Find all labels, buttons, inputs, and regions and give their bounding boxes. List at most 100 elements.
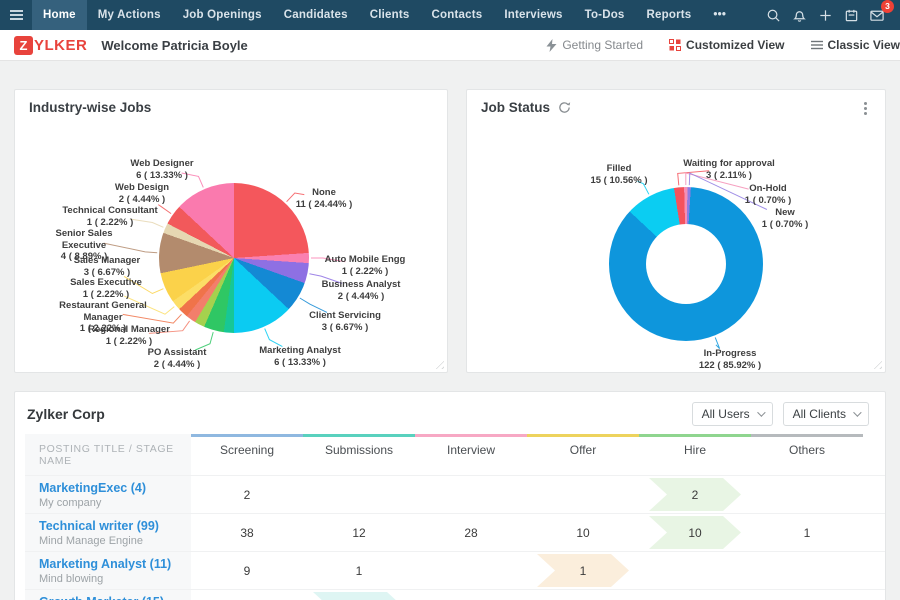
- stage-count-cell: 10: [639, 514, 751, 551]
- chart-slice-label: Web Design 2 ( 4.44% ): [115, 182, 169, 205]
- table-title: Zylker Corp: [27, 406, 105, 422]
- pie-chart-graphic[interactable]: [159, 183, 309, 333]
- stage-count-cell: 5: [303, 590, 415, 600]
- all-users-label: All Users: [702, 407, 750, 421]
- stage-count-cell: 28: [415, 514, 527, 551]
- customized-view-button[interactable]: Customized View: [669, 38, 784, 52]
- hamburger-menu-icon[interactable]: [0, 0, 32, 30]
- column-header-interview: Interview: [415, 434, 527, 475]
- table-row: Growth Marketer (15)ACME Corp.951: [25, 589, 885, 600]
- stage-highlight-ribbon: 10: [649, 516, 741, 549]
- chart-slice-label: Business Analyst 2 ( 4.44% ): [322, 279, 401, 302]
- stage-count-cell: [751, 552, 863, 589]
- stage-count-cell: [751, 476, 863, 513]
- posting-title-link[interactable]: Marketing Analyst (11): [39, 557, 171, 571]
- chart-slice-label: Auto Mobile Engg 1 ( 2.22% ): [325, 254, 406, 277]
- column-header-hire: Hire: [639, 434, 751, 475]
- chart-slice-label: Waiting for approval 3 ( 2.11% ): [683, 158, 774, 181]
- column-header-offer: Offer: [527, 434, 639, 475]
- posting-title-link[interactable]: Technical writer (99): [39, 519, 159, 533]
- mail-badge: 3: [881, 0, 894, 13]
- stage-count-cell: [415, 476, 527, 513]
- nav-right-icons: 3: [760, 0, 900, 30]
- column-header-screening: Screening: [191, 434, 303, 475]
- zylker-corp-table-card: Zylker Corp All Users All Clients POSTIN…: [14, 391, 886, 600]
- chart-slice-label: On-Hold 1 ( 0.70% ): [745, 183, 791, 206]
- nav-menu: HomeMy ActionsJob OpeningsCandidatesClie…: [32, 0, 737, 30]
- industry-wise-jobs-chart: None 11 ( 24.44% ) Auto Mobile Engg 1 ( 2…: [15, 90, 447, 372]
- search-icon[interactable]: [760, 0, 786, 30]
- nav-item-reports[interactable]: Reports: [636, 0, 703, 30]
- column-header-submissions: Submissions: [303, 434, 415, 475]
- stage-count-cell: 12: [303, 514, 415, 551]
- chart-slice-label: Senior Sales Executive 4 ( 8.89% ): [55, 228, 112, 263]
- stage-count-cell: 1: [303, 552, 415, 589]
- stage-count-cell: 10: [527, 514, 639, 551]
- classic-view-button[interactable]: Classic View: [811, 38, 900, 52]
- add-plus-icon[interactable]: [812, 0, 838, 30]
- stage-count-cell: 9: [191, 590, 303, 600]
- nav-item-contacts[interactable]: Contacts: [421, 0, 494, 30]
- nav-item-interviews[interactable]: Interviews: [493, 0, 573, 30]
- nav-item-clients[interactable]: Clients: [359, 0, 421, 30]
- stage-highlight-ribbon: 1: [537, 554, 629, 587]
- nav-item-to-dos[interactable]: To-Dos: [574, 0, 636, 30]
- posting-title-link[interactable]: Growth Marketer (15): [39, 595, 164, 600]
- stage-count-cell: 1: [751, 514, 863, 551]
- nav-item-candidates[interactable]: Candidates: [273, 0, 359, 30]
- chart-slice-label: None 11 ( 24.44% ): [296, 187, 353, 210]
- page-header: Z YLKER Welcome Patricia Boyle Getting S…: [0, 30, 900, 61]
- logo-z-mark: Z: [14, 36, 33, 55]
- nav-item-job-openings[interactable]: Job Openings: [172, 0, 273, 30]
- posting-title-cell: Technical writer (99) Mind Manage Engine: [25, 514, 191, 551]
- all-clients-dropdown[interactable]: All Clients: [783, 402, 869, 426]
- stage-count-cell: [639, 552, 751, 589]
- client-name-label: Mind blowing: [39, 573, 103, 585]
- posting-title-cell: Growth Marketer (15)ACME Corp.: [25, 590, 191, 600]
- all-clients-label: All Clients: [793, 407, 846, 421]
- nav-item--[interactable]: •••: [702, 0, 737, 30]
- grid-icon: [669, 39, 681, 51]
- header-actions: Getting Started Customized View Classic …: [546, 38, 900, 52]
- stage-count-cell: 9: [191, 552, 303, 589]
- column-header-others: Others: [751, 434, 863, 475]
- stage-count-cell: 2: [639, 476, 751, 513]
- dashboard-main: Industry-wise Jobs None 11 ( 24.44% )Aut…: [0, 61, 900, 600]
- job-status-chart: Waiting for approval 3 ( 2.11% )On-Hold …: [467, 90, 885, 372]
- calendar-icon[interactable]: [838, 0, 864, 30]
- all-users-dropdown[interactable]: All Users: [692, 402, 773, 426]
- stage-count-cell: [415, 590, 527, 600]
- chart-slice-label: In-Progress 122 ( 85.92% ): [699, 348, 761, 371]
- chevron-down-icon: [757, 408, 765, 416]
- stage-highlight-ribbon: 2: [649, 478, 741, 511]
- nav-item-my-actions[interactable]: My Actions: [87, 0, 172, 30]
- getting-started-button[interactable]: Getting Started: [546, 38, 643, 52]
- classic-view-label: Classic View: [828, 38, 900, 52]
- chart-slice-label: New 1 ( 0.70% ): [762, 207, 808, 230]
- zylker-logo[interactable]: Z YLKER: [14, 36, 87, 55]
- notifications-bell-icon[interactable]: [786, 0, 812, 30]
- table-header-row: POSTING TITLE / STAGE NAMEScreeningSubmi…: [25, 434, 885, 475]
- nav-item-home[interactable]: Home: [32, 0, 87, 30]
- client-name-label: My company: [39, 497, 101, 509]
- table-row: Technical writer (99) Mind Manage Engine 3…: [25, 513, 885, 551]
- client-name-label: Mind Manage Engine: [39, 535, 143, 547]
- stage-count-cell: [527, 590, 639, 600]
- stage-count-cell: 38: [191, 514, 303, 551]
- list-icon: [811, 40, 823, 50]
- mail-icon[interactable]: 3: [864, 0, 890, 30]
- chart-slice-label: Filled 15 ( 10.56% ): [590, 163, 647, 186]
- chart-slice-label: Restaurant General Manager 1 ( 2.22% ): [59, 300, 147, 335]
- posting-title-link[interactable]: MarketingExec (4): [39, 481, 146, 495]
- stage-count-cell: [415, 552, 527, 589]
- chart-slice-label: Web Designer 6 ( 13.33% ): [130, 158, 193, 181]
- welcome-message: Welcome Patricia Boyle: [101, 38, 247, 53]
- stage-count-cell: [303, 476, 415, 513]
- table-row: Marketing Analyst (11)Mind blowing911: [25, 551, 885, 589]
- pipeline-table: POSTING TITLE / STAGE NAMEScreeningSubmi…: [15, 434, 885, 600]
- table-row: MarketingExec (4) My company 2 2: [25, 475, 885, 513]
- posting-title-cell: MarketingExec (4) My company: [25, 476, 191, 513]
- stage-count-cell: 2: [191, 476, 303, 513]
- job-status-card: Job Status Waiting for approval 3 ( 2.11…: [466, 89, 886, 373]
- getting-started-label: Getting Started: [562, 38, 643, 52]
